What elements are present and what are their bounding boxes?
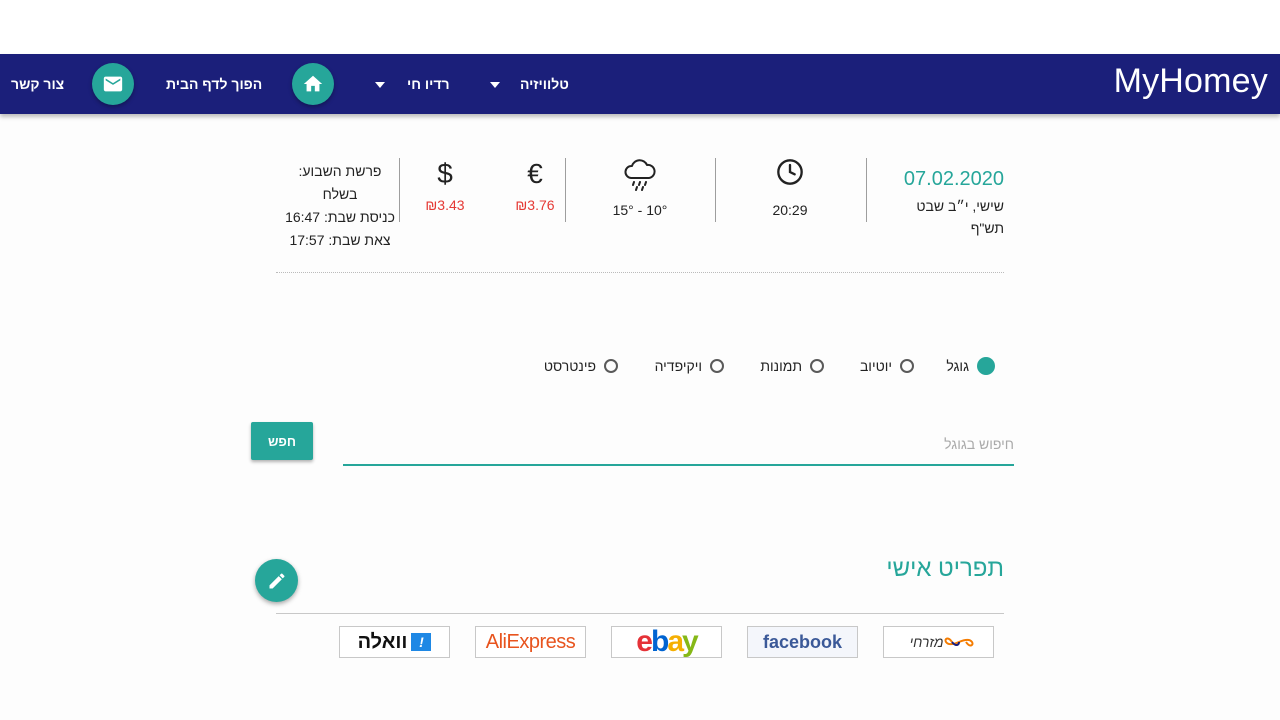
navbar: MyHomey טלוויזיה רדיו חי הפוך לדף הבית צ… <box>0 54 1280 114</box>
hebrew-date-line2: תש"ף <box>970 220 1004 236</box>
home-icon <box>303 75 323 92</box>
euro-icon: € <box>527 158 543 189</box>
clock-block: 20:29 <box>760 158 820 221</box>
radio-label: פינטרסט <box>543 358 596 374</box>
radio-unchecked-icon <box>604 359 618 373</box>
ebay-logo-text: ebay <box>636 626 698 658</box>
euro-rate: ₪3.76 <box>515 197 555 213</box>
weather-block: 10° - 15° <box>600 156 680 221</box>
shabbat-block: פרשת השבוע: בשלח כניסת שבת: 16:47 צאת שב… <box>270 160 410 252</box>
dollar-icon: $ <box>437 158 453 189</box>
radio-youtube[interactable]: יוטיוב <box>860 356 914 376</box>
radio-pinterest[interactable]: פינטרסט <box>544 356 618 376</box>
clock-icon <box>777 159 803 185</box>
dollar-rate: ₪3.43 <box>425 197 465 213</box>
shabbat-entry: כניסת שבת: 16:47 <box>285 209 395 225</box>
shortcut-walla[interactable]: וואלה ! <box>339 626 450 658</box>
shortcut-mizrahi[interactable]: מזרחי <box>883 626 994 658</box>
radio-unchecked-icon <box>810 359 824 373</box>
radio-unchecked-icon <box>900 359 914 373</box>
radio-unchecked-icon <box>710 359 724 373</box>
personal-menu-title: תפריט אישי <box>886 555 1004 582</box>
shabbat-exit: צאת שבת: 17:57 <box>289 232 391 248</box>
shortcut-facebook[interactable]: facebook <box>747 626 858 658</box>
nav-radio-label: רדיו חי <box>407 76 450 92</box>
shortcut-aliexpress[interactable]: AliExpress <box>475 626 586 658</box>
walla-logo-icon: ! <box>411 633 432 651</box>
parasha-name: בשלח <box>322 186 358 202</box>
facebook-logo-text: facebook <box>762 631 843 652</box>
euro-block: € ₪3.76 <box>505 156 565 216</box>
divider <box>866 158 867 222</box>
radio-wikipedia[interactable]: ויקיפדיה <box>655 356 724 376</box>
divider <box>276 613 1004 614</box>
aliexpress-logo-text: AliExpress <box>485 630 576 653</box>
mizrahi-logo-text: מזרחי <box>909 634 944 650</box>
walla-logo-text: וואלה <box>357 630 408 653</box>
nav-set-homepage[interactable]: הפוך לדף הבית <box>166 54 262 114</box>
nav-radio-dropdown[interactable]: רדיו חי <box>375 54 450 114</box>
radio-label: תמונות <box>760 358 802 374</box>
hebrew-date-line1: שישי, י״ב שבט <box>916 198 1004 214</box>
search-input[interactable] <box>343 424 1014 466</box>
nav-tv-dropdown[interactable]: טלוויזיה <box>490 54 569 114</box>
parasha-label: פרשת השבוע: <box>298 163 382 179</box>
nav-contact[interactable]: צור קשר <box>11 54 64 114</box>
clock-time: 20:29 <box>772 202 808 218</box>
rain-cloud-icon <box>624 159 656 191</box>
top-strip <box>0 0 1280 54</box>
date-block: 07.02.2020 שישי, י״ב שבט תש"ף <box>904 168 1004 239</box>
divider <box>565 158 566 222</box>
radio-label: יוטיוב <box>859 358 892 374</box>
search-button[interactable]: חפש <box>251 422 313 460</box>
mizrahi-logo-icon <box>944 637 974 647</box>
brand-logo[interactable]: MyHomey <box>1114 62 1268 101</box>
radio-label: ויקיפדיה <box>654 358 702 374</box>
radio-checked-icon <box>977 357 995 375</box>
divider <box>276 272 1004 273</box>
pencil-icon <box>269 572 285 588</box>
nav-tv-label: טלוויזיה <box>520 76 569 92</box>
gregorian-date: 07.02.2020 <box>903 168 1004 190</box>
chevron-down-icon <box>375 82 385 89</box>
mail-icon <box>103 76 123 92</box>
chevron-down-icon <box>490 82 500 89</box>
shortcut-ebay[interactable]: ebay <box>611 626 722 658</box>
divider <box>715 158 716 222</box>
radio-google[interactable]: גוגל <box>946 356 995 376</box>
home-button[interactable] <box>292 63 334 105</box>
edit-menu-button[interactable] <box>255 559 298 602</box>
dollar-block: $ ₪3.43 <box>415 156 475 216</box>
radio-images[interactable]: תמונות <box>760 356 824 376</box>
weather-range: 10° - 15° <box>612 202 668 218</box>
contact-button[interactable] <box>92 63 134 105</box>
radio-label: גוגל <box>946 358 969 374</box>
